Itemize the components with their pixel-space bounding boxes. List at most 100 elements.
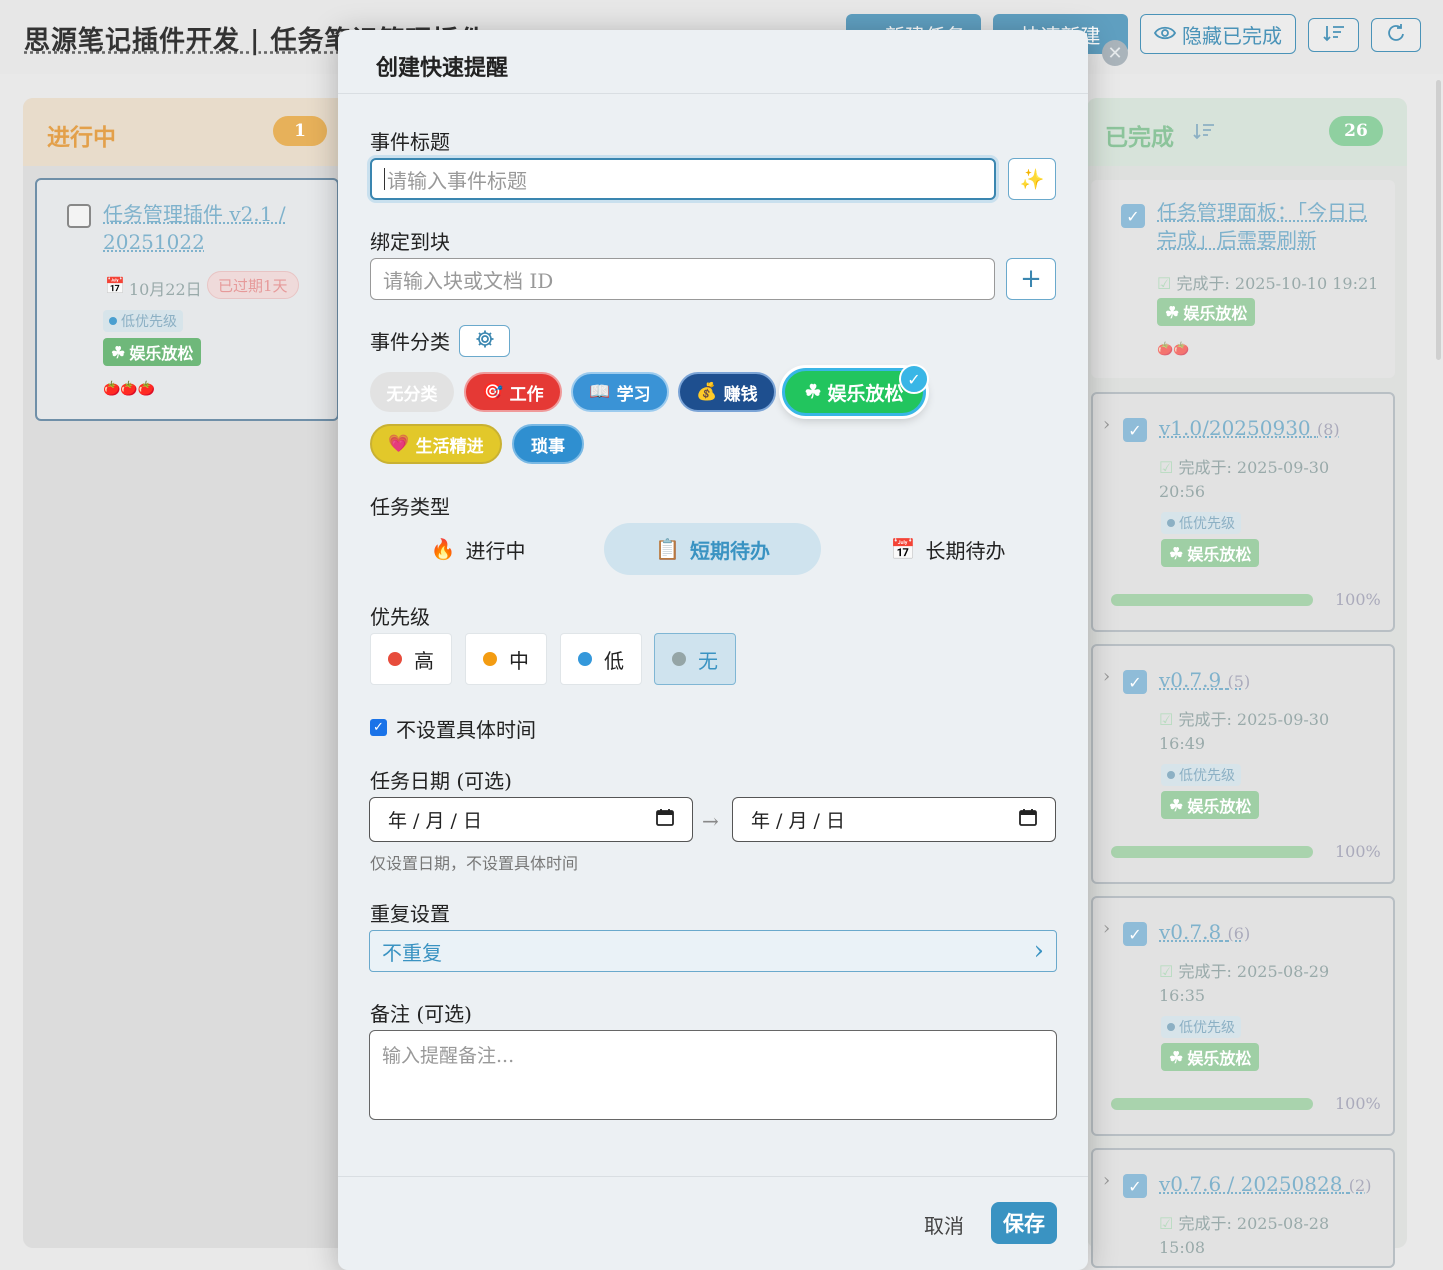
date-hint: 仅设置日期，不设置具体时间 [370,854,579,873]
no-time-checkbox[interactable]: ✓ [370,719,387,736]
task-checkbox[interactable]: ✓ [1123,922,1147,946]
task-checkbox[interactable]: ✓ [1121,204,1145,228]
task-checkbox[interactable] [67,204,91,228]
check-icon: ☑ [1159,1214,1179,1233]
priority-medium[interactable]: 中 [465,633,547,685]
task-title[interactable]: v0.7.6 / 20250828 (2) [1159,1170,1371,1200]
task-checkbox[interactable]: ✓ [1123,670,1147,694]
column-title: 已完成 [1105,124,1174,151]
task-card[interactable]: › ✓ v0.7.8 (6) ☑ 完成于: 2025-08-29 16:35 低… [1091,896,1395,1136]
chevron-right-icon[interactable]: › [1103,414,1110,435]
task-type-doing[interactable]: 🔥 进行中 [370,523,586,575]
task-title[interactable]: v0.7.9 (5) [1159,666,1250,696]
save-button[interactable]: 保存 [991,1202,1057,1244]
refresh-button[interactable] [1371,18,1421,52]
event-title-label: 事件标题 [370,130,450,154]
priority-none[interactable]: 无 [654,633,736,685]
category-study[interactable]: 📖 学习 [571,372,669,412]
progress-percent: 100% [1335,590,1381,609]
progress-bar [1111,846,1313,858]
block-id-input[interactable]: 请输入块或文档 ID [370,258,995,300]
category-tag: ☘ 娱乐放松 [103,338,202,366]
count-badge: 26 [1329,116,1383,146]
sort-icon[interactable] [1193,122,1215,144]
category-settings-button[interactable] [459,325,510,357]
task-date: 📅 10月22日 [105,276,202,299]
cancel-button[interactable]: 取消 [924,1210,964,1239]
calendar-icon[interactable] [656,808,674,831]
task-type-long[interactable]: 📅 长期待办 [840,523,1056,575]
column-done: 已完成 26 ✓ 任务管理面板：「今日已完成」后需要刷新 ☑ 完成于: 2025… [1087,98,1407,1268]
category-money[interactable]: 💰 赚钱 [678,372,776,412]
note-label: 备注 (可选) [370,1002,472,1026]
task-card[interactable]: 任务管理插件 v2.1 / 20251022 📅 10月22日 已过期1天 低优先… [35,178,339,421]
column-doing-header: 进行中 1 [23,98,353,166]
count-badge: 1 [273,116,327,146]
category-tag: ☘ 娱乐放松 [1161,539,1260,567]
category-tag: ☘ 娱乐放松 [1161,791,1260,819]
event-title-input[interactable]: 请输入事件标题 [370,158,996,200]
task-card[interactable]: ✓ 任务管理面板：「今日已完成」后需要刷新 ☑ 完成于: 2025-10-10 … [1091,180,1395,378]
progress-bar [1111,594,1313,606]
category-label: 事件分类 [370,330,450,354]
priority-label: 优先级 [370,605,430,629]
category-work[interactable]: 🎯 工作 [464,372,562,412]
task-title[interactable]: 任务管理插件 v2.1 / 20251022 [103,200,303,256]
category-chores[interactable]: 琐事 [512,424,584,464]
chevron-right-icon[interactable]: › [1103,918,1110,939]
end-date-input[interactable]: 年 / 月 / 日 [732,797,1056,842]
category-tag: ☘ 娱乐放松 [1157,298,1256,326]
book-icon: 📖 [589,382,611,402]
task-title[interactable]: v0.7.8 (6) [1159,918,1250,948]
money-bag-icon: 💰 [696,382,718,402]
calendar-icon[interactable] [1019,808,1037,831]
completed-time: ☑ 完成于: 2025-09-30 20:56 [1159,458,1330,501]
category-tag: ☘ 娱乐放松 [1161,1043,1260,1071]
progress-bar [1111,1098,1313,1110]
sort-button[interactable] [1308,18,1359,52]
repeat-select[interactable]: 不重复 › [369,930,1057,972]
task-type-label: 任务类型 [370,495,450,519]
check-icon: ☑ [1157,274,1177,293]
priority-tag: 低优先级 [1161,1016,1241,1038]
note-textarea[interactable]: 输入提醒备注... [369,1030,1057,1120]
footer-divider [338,1176,1088,1177]
completed-time: ☑ 完成于: 2025-08-29 16:35 [1159,962,1330,1005]
ai-suggest-button[interactable]: ✨ [1008,158,1056,200]
dialog-title: 创建快速提醒 [376,55,509,81]
task-date-label: 任务日期 (可选) [370,769,512,793]
category-none[interactable]: 无分类 [370,372,454,412]
task-checkbox[interactable]: ✓ [1123,1174,1147,1198]
task-title[interactable]: v1.0/20250930 (8) [1159,414,1340,444]
dot-icon [388,652,402,666]
priority-low[interactable]: 低 [560,633,642,685]
priority-tag: 低优先级 [1161,512,1241,534]
completed-time: ☑ 完成于: 2025-10-10 19:21 [1157,274,1379,293]
task-card[interactable]: › ✓ v1.0/20250930 (8) ☑ 完成于: 2025-09-30 … [1091,392,1395,632]
clover-icon: ☘ [1165,302,1180,322]
plus-icon: + [1020,264,1042,294]
arrow-right-icon: → [702,809,719,833]
chevron-right-icon[interactable]: › [1103,1170,1110,1191]
task-type-short[interactable]: 📋 短期待办 [604,523,821,575]
priority-tag: 低优先级 [103,310,183,332]
task-card[interactable]: › ✓ v0.7.6 / 20250828 (2) ☑ 完成于: 2025-08… [1091,1148,1395,1268]
dot-icon [1167,1023,1175,1031]
add-block-button[interactable]: + [1006,258,1056,300]
selected-check-icon: ✓ [899,364,929,394]
start-date-input[interactable]: 年 / 月 / 日 [369,797,693,842]
hide-completed-button[interactable]: 隐藏已完成 [1140,14,1296,54]
bind-block-label: 绑定到块 [370,230,450,254]
task-title[interactable]: 任务管理面板：「今日已完成」后需要刷新 [1157,198,1377,254]
overdue-badge: 已过期1天 [207,271,299,299]
priority-high[interactable]: 高 [370,633,452,685]
chevron-right-icon[interactable]: › [1103,666,1110,687]
column-doing: 进行中 1 任务管理插件 v2.1 / 20251022 📅 10月22日 已过期… [23,98,353,1248]
task-card[interactable]: › ✓ v0.7.9 (5) ☑ 完成于: 2025-09-30 16:49 低… [1091,644,1395,884]
priority-tag: 低优先级 [1161,764,1241,786]
task-checkbox[interactable]: ✓ [1123,418,1147,442]
no-time-label: 不设置具体时间 [396,718,536,742]
scrollbar[interactable] [1436,80,1441,360]
close-icon[interactable]: ✕ [1102,40,1128,66]
category-life[interactable]: 💗 生活精进 [370,424,502,464]
